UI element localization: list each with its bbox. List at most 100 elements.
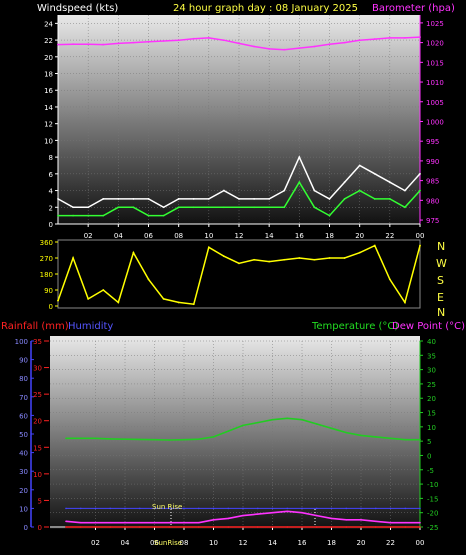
- barometer-point: [388, 36, 391, 39]
- temperature-point: [315, 423, 318, 425]
- wind_avg-point: [298, 181, 301, 184]
- temperature-point: [389, 437, 392, 440]
- wind-direction-point: [253, 258, 255, 261]
- dewpoint-point: [94, 521, 97, 524]
- wind-direction-point: [57, 299, 59, 302]
- rainfall-point: [212, 526, 215, 528]
- wind-direction-point: [223, 255, 225, 258]
- tick-label: 0: [24, 524, 28, 532]
- tick-label: 10: [209, 539, 218, 547]
- tick-label: 0: [49, 303, 53, 311]
- rainfall-point: [65, 526, 67, 528]
- wind-direction-point: [177, 301, 180, 304]
- tick-label: 06: [144, 232, 153, 240]
- temperature-point: [65, 437, 67, 440]
- temperature-point: [153, 438, 156, 441]
- barometer-point: [238, 42, 240, 45]
- barometer-point: [343, 41, 346, 44]
- tick-label: 360: [40, 239, 53, 247]
- wind_gust-point: [358, 164, 361, 167]
- tick-label: 16: [44, 87, 53, 95]
- tick-label: 02: [91, 539, 100, 547]
- tick-label: 30: [427, 367, 436, 375]
- tick-label: 5: [427, 438, 431, 446]
- wind_gust-point: [117, 198, 120, 200]
- wind_avg-point: [404, 206, 406, 209]
- humidity-point: [65, 507, 67, 510]
- wind_gust-point: [328, 198, 331, 200]
- rainfall-point: [315, 526, 318, 528]
- barometer-point: [268, 48, 271, 50]
- wind_gust-point: [298, 156, 301, 159]
- tick-label: 990: [426, 158, 439, 166]
- temperature-point: [419, 438, 421, 441]
- tick-label: 14: [44, 104, 53, 112]
- dewpoint-point: [138, 521, 141, 524]
- wind_avg-point: [223, 206, 225, 209]
- wind-x-axis: 02 04 06 08 10 12 14 16 18 20 22 00: [58, 223, 424, 240]
- tick-label: 14: [268, 539, 277, 547]
- wind_avg-point: [132, 206, 135, 209]
- dewpoint-point: [65, 520, 67, 523]
- wind_avg-point: [343, 198, 346, 200]
- tick-label: 22: [385, 232, 394, 240]
- tick-label: 18: [327, 539, 336, 547]
- temperature-point: [94, 437, 97, 440]
- tick-label: 980: [426, 197, 439, 205]
- wind_gust-point: [373, 172, 376, 175]
- barometer-point: [117, 42, 120, 45]
- tick-label: 15: [33, 444, 42, 452]
- temperature-point: [79, 437, 82, 440]
- dewpoint-point: [389, 521, 392, 524]
- rainfall-point: [374, 526, 377, 528]
- humidity-point: [404, 507, 407, 510]
- tick-label: 0: [427, 452, 431, 460]
- rainfall-point: [94, 526, 97, 528]
- temperature-point: [227, 430, 230, 432]
- wind_gust-point: [268, 198, 271, 200]
- rainfall-point: [271, 526, 274, 528]
- wind_gust-point: [404, 189, 406, 192]
- temperature-point: [138, 438, 141, 441]
- dewpoint-point: [286, 510, 289, 513]
- wind_gust-point: [102, 198, 105, 200]
- tick-label: -25: [427, 524, 438, 532]
- humidity-point: [389, 507, 392, 510]
- rainfall-point: [124, 526, 126, 528]
- tick-label: 04: [121, 539, 130, 547]
- wind_gust-point: [313, 189, 316, 192]
- barometer-point: [373, 38, 376, 40]
- sun-set-annotation: SunRise: [154, 539, 182, 547]
- humidity-point: [212, 507, 215, 510]
- rainfall-point: [330, 526, 333, 528]
- humidity-point: [271, 507, 274, 510]
- dewpoint-point: [419, 521, 421, 524]
- wind_gust-point: [147, 198, 150, 200]
- barometer-point: [253, 45, 255, 48]
- rainfall-point: [109, 526, 112, 528]
- temperature-point: [183, 438, 185, 441]
- tick-label: 18: [325, 232, 334, 240]
- tick-label: 1005: [426, 99, 444, 107]
- wind-direction-point: [283, 258, 286, 261]
- dewpoint-point: [256, 513, 259, 515]
- humidity-point: [286, 507, 289, 510]
- barometer-point: [177, 39, 180, 42]
- tick-label: 1020: [426, 40, 444, 48]
- wind-left-axis: 024681012141618202224: [44, 15, 59, 229]
- tick-label: 4: [49, 188, 54, 196]
- barometer-point: [72, 43, 74, 46]
- humidity-point: [242, 507, 244, 510]
- barometer-point: [132, 41, 135, 44]
- tick-label: 04: [114, 232, 123, 240]
- tick-label: 100: [15, 338, 28, 346]
- tick-label: 02: [84, 232, 93, 240]
- direction-left-axis: 0 90 180 270 360: [40, 239, 58, 311]
- humidity-point: [197, 507, 200, 510]
- rainfall-point: [168, 526, 171, 528]
- dewpoint-point: [153, 521, 156, 524]
- barometer-label: Barometer (hpa): [372, 3, 455, 14]
- compass-label: W: [436, 257, 447, 270]
- wind_avg-point: [102, 214, 105, 217]
- temperature-point: [271, 418, 274, 421]
